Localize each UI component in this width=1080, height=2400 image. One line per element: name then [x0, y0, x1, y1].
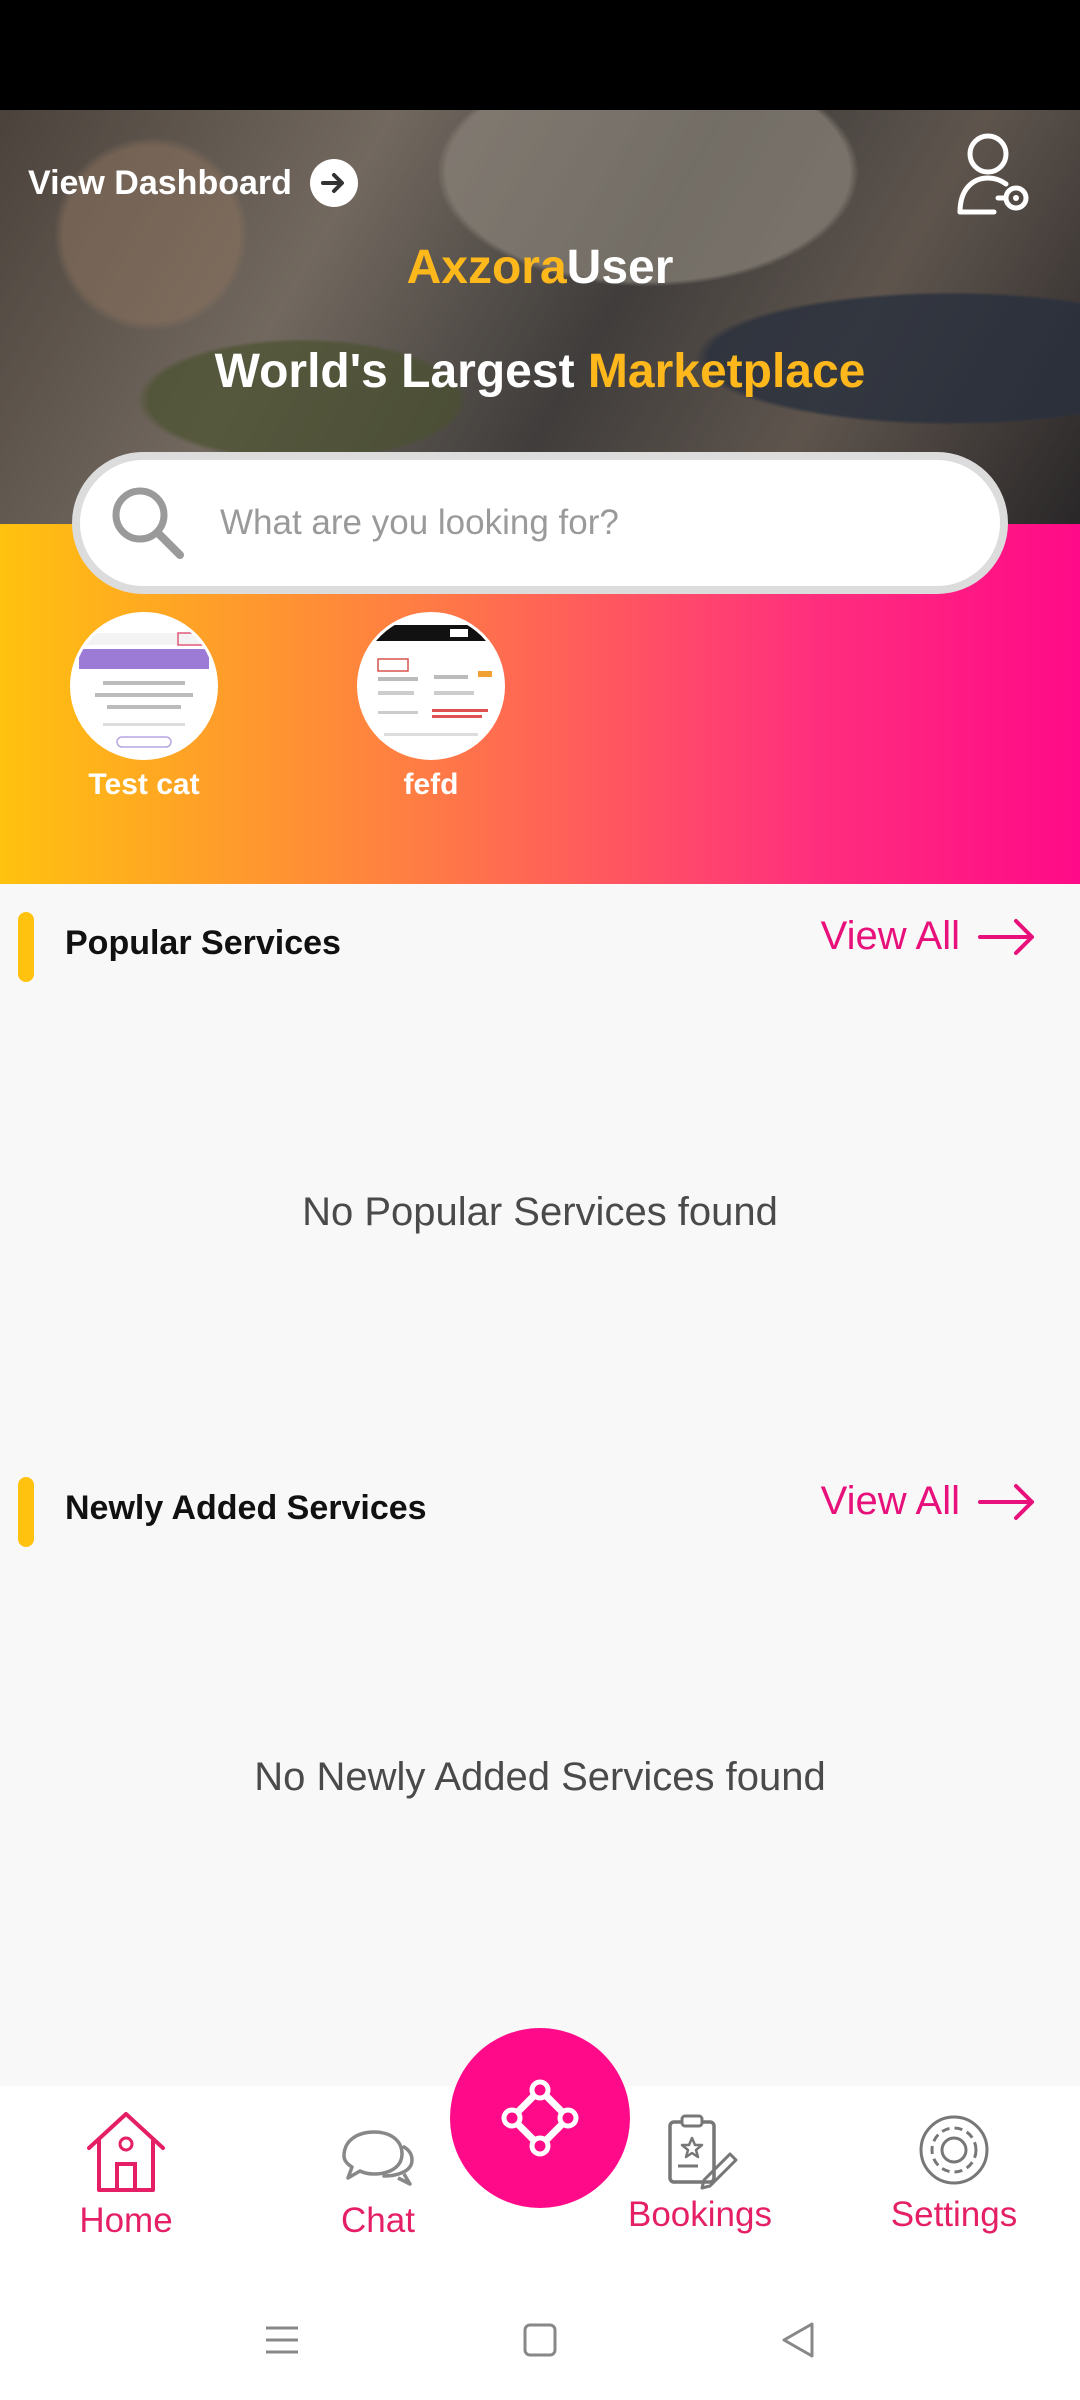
newly-added-empty-message: No Newly Added Services found	[254, 1755, 826, 1799]
home-icon	[87, 2112, 165, 2192]
view-dashboard-label: View Dashboard	[28, 163, 292, 202]
popular-empty-message: No Popular Services found	[302, 1190, 778, 1234]
category-thumbnail	[357, 612, 505, 760]
search-icon	[112, 487, 184, 559]
view-all-label: View All	[820, 914, 960, 958]
category-item[interactable]: Test cat	[69, 612, 219, 802]
chat-icon	[342, 2130, 414, 2186]
arrow-right-circle-icon	[309, 159, 358, 207]
square-icon[interactable]	[520, 2320, 560, 2360]
section-accent-bar	[18, 1477, 34, 1547]
nav-home[interactable]: Home	[26, 2106, 226, 2241]
category-thumbnail	[70, 612, 218, 760]
newly-added-title: Newly Added Services	[65, 1489, 427, 1527]
tagline-accent: Marketplace	[587, 345, 866, 398]
newly-added-view-all-link[interactable]: View All	[821, 1479, 1036, 1524]
brand-title: AxzoraUser	[0, 240, 1080, 295]
nav-chat-label: Chat	[341, 2201, 415, 2240]
menu-icon[interactable]	[262, 2320, 302, 2360]
arrow-right-icon	[978, 1483, 1034, 1520]
nav-settings-label: Settings	[890, 2195, 1018, 2234]
tagline: World's Largest Marketplace	[0, 344, 1080, 399]
brand-second: User	[566, 241, 674, 294]
nav-settings[interactable]: Settings	[854, 2110, 1054, 2235]
center-fab-button[interactable]	[450, 2028, 630, 2208]
arrow-right-icon	[978, 918, 1034, 955]
popular-services-header: Popular Services View All	[0, 900, 1080, 982]
popular-services-title: Popular Services	[65, 924, 341, 962]
view-all-label: View All	[820, 1479, 960, 1523]
nav-home-label: Home	[79, 2201, 173, 2240]
category-name: Test cat	[88, 768, 200, 801]
user-lock-icon[interactable]	[954, 128, 1038, 218]
section-accent-bar	[18, 912, 34, 982]
status-bar	[0, 0, 1080, 110]
system-navigation-bar	[0, 2282, 1080, 2400]
brand-first: Axzora	[406, 241, 567, 294]
search-input[interactable]	[218, 502, 922, 544]
newly-added-header: Newly Added Services View All	[0, 1465, 1080, 1547]
connect-icon	[501, 2079, 579, 2157]
tagline-prefix: World's Largest	[214, 345, 588, 398]
search-bar[interactable]	[72, 452, 1008, 594]
back-triangle-icon[interactable]	[776, 2318, 820, 2362]
view-dashboard-link[interactable]: View Dashboard	[28, 155, 358, 211]
category-name: fefd	[403, 768, 459, 801]
nav-bookings-label: Bookings	[628, 2195, 772, 2234]
bookings-icon	[668, 2114, 738, 2190]
category-item[interactable]: fefd	[356, 612, 506, 802]
settings-icon	[919, 2115, 989, 2185]
popular-view-all-link[interactable]: View All	[821, 914, 1036, 959]
nav-bookings[interactable]: Bookings	[600, 2110, 800, 2235]
nav-chat[interactable]: Chat	[278, 2116, 478, 2241]
